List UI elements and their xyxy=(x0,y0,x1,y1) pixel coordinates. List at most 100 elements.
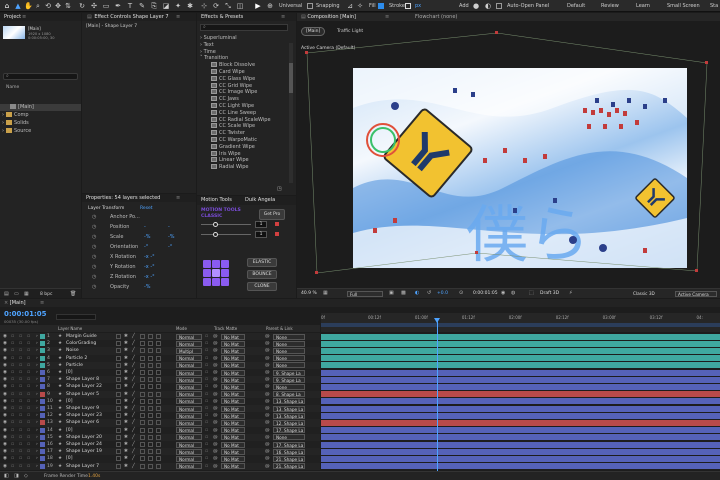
track-matte-pickwhip-icon[interactable]: @ xyxy=(213,455,218,462)
switch-collapse-icon[interactable]: ✱ xyxy=(124,427,128,434)
expand-icon[interactable]: › xyxy=(36,376,38,383)
property-value-2[interactable]: -% xyxy=(168,234,175,241)
mode-select[interactable]: Normal xyxy=(176,355,202,362)
interpret-footage-icon[interactable]: ▤ xyxy=(4,291,9,297)
work-area-bar[interactable] xyxy=(321,323,720,327)
stopwatch-icon[interactable]: ◷ xyxy=(92,234,96,241)
tab-duik-angela[interactable]: Duik Angela xyxy=(245,196,275,204)
parent-pickwhip-icon[interactable]: @ xyxy=(265,412,270,419)
table-row[interactable]: ◉ ▫ ▫ ▫ › 13 ★ Shape Layer 6 ✱ ╱ Normal ▫ @ No Mat @12… xyxy=(0,419,320,427)
track-matte-select[interactable]: No Mat xyxy=(221,434,245,441)
visibility-icon[interactable]: ◉ xyxy=(3,369,7,376)
layer-name[interactable]: [0] xyxy=(66,455,73,462)
parent-pickwhip-icon[interactable]: @ xyxy=(265,355,270,362)
universal-label[interactable]: Universal xyxy=(279,3,302,9)
parent-select[interactable]: None xyxy=(273,340,305,347)
audio-icon[interactable]: ▫ xyxy=(11,419,14,426)
mode-select[interactable]: Normal xyxy=(176,419,202,426)
solo-icon[interactable]: ▫ xyxy=(19,434,22,441)
track-matte-pickwhip-icon[interactable]: @ xyxy=(213,405,218,412)
property-value-1[interactable]: -x -° xyxy=(144,254,155,261)
preserve-transparency-icon[interactable]: ▫ xyxy=(205,333,208,340)
property-row[interactable]: ◷ X Rotation -x -° xyxy=(82,254,196,261)
switch-collapse-icon[interactable]: ✱ xyxy=(124,405,128,412)
switch-fx-icon[interactable] xyxy=(140,362,145,368)
preserve-transparency-icon[interactable]: ▫ xyxy=(205,434,208,441)
track-matte-select[interactable]: No Mat xyxy=(221,412,245,419)
audio-icon[interactable]: ▫ xyxy=(11,383,14,390)
stopwatch-icon[interactable]: ◷ xyxy=(92,264,96,271)
table-row[interactable]: ◉ ▫ ▫ ▫ › 1 ★ Margin Guide ✱ ╱ Normal ▫ @ No Mat @ None xyxy=(0,333,320,341)
workspace-default[interactable]: Default xyxy=(567,3,585,9)
parent-pickwhip-icon[interactable]: @ xyxy=(265,427,270,434)
mode-select[interactable]: Normal xyxy=(176,434,202,441)
track-matte-select[interactable]: No Mat xyxy=(221,376,245,383)
label-color[interactable] xyxy=(40,355,45,361)
switch-quality-icon[interactable]: ╱ xyxy=(132,405,135,412)
switch-3d-icon[interactable] xyxy=(156,362,161,368)
layer-name[interactable]: ColorGrading xyxy=(66,340,96,347)
parent-select[interactable]: None xyxy=(273,434,305,441)
expand-icon[interactable]: › xyxy=(36,347,38,354)
value-field-1[interactable]: 1 xyxy=(255,221,267,228)
list-item[interactable]: › Solids xyxy=(0,120,81,127)
expand-icon[interactable]: › xyxy=(36,405,38,412)
expand-icon[interactable]: › xyxy=(36,448,38,455)
layer-duration-bar[interactable] xyxy=(321,333,720,340)
switch-fx-icon[interactable] xyxy=(140,398,145,404)
switch-shy-icon[interactable] xyxy=(116,348,121,354)
property-value-1[interactable]: -° xyxy=(144,244,148,251)
project-tab[interactable]: Project ≡ xyxy=(0,13,81,21)
clone-button[interactable]: CLONE xyxy=(247,282,277,291)
track-matte-pickwhip-icon[interactable]: @ xyxy=(213,362,218,369)
parent-select[interactable]: None xyxy=(273,347,305,354)
layer-name[interactable]: Particle 2 xyxy=(66,355,87,362)
snapping-label[interactable]: Snapping xyxy=(316,3,340,9)
switch-shy-icon[interactable] xyxy=(116,355,121,361)
switch-collapse-icon[interactable]: ✱ xyxy=(124,391,128,398)
visibility-icon[interactable]: ◉ xyxy=(3,383,7,390)
audio-icon[interactable]: ▫ xyxy=(11,340,14,347)
track-matte-pickwhip-icon[interactable]: @ xyxy=(213,340,218,347)
lock-icon[interactable]: ▫ xyxy=(27,376,30,383)
visibility-icon[interactable]: ◉ xyxy=(3,448,7,455)
switch-3d-icon[interactable] xyxy=(156,341,161,347)
layer-duration-bar[interactable] xyxy=(321,355,720,362)
switch-shy-icon[interactable] xyxy=(116,442,121,447)
solo-icon[interactable]: ▫ xyxy=(19,383,22,390)
label-color[interactable] xyxy=(40,406,45,411)
layer-duration-bar[interactable] xyxy=(321,412,720,419)
track-matte-pickwhip-icon[interactable]: @ xyxy=(213,391,218,398)
label-color[interactable] xyxy=(40,384,45,390)
solo-icon[interactable]: ▫ xyxy=(19,405,22,412)
rotation-tool-icon[interactable]: ↻ xyxy=(78,2,86,10)
preserve-transparency-icon[interactable]: ▫ xyxy=(205,441,208,448)
switch-shy-icon[interactable] xyxy=(116,427,121,433)
switch-shy-icon[interactable] xyxy=(116,413,121,419)
parent-select[interactable]: None xyxy=(273,333,305,340)
switch-fx-icon[interactable] xyxy=(140,449,145,455)
expand-icon[interactable]: › xyxy=(36,427,38,434)
track-matte-select[interactable]: No Mat xyxy=(221,427,245,434)
solo-icon[interactable]: ▫ xyxy=(19,391,22,398)
expand-icon[interactable]: › xyxy=(36,355,38,362)
switch-quality-icon[interactable]: ╱ xyxy=(132,391,135,398)
table-row[interactable]: ◉ ▫ ▫ ▫ › 15 ★ Shape Layer 20 ✱ ╱ Normal ▫ @ No Mat @ N… xyxy=(0,433,320,441)
switch-motion-blur-icon[interactable] xyxy=(148,391,153,397)
switch-shy-icon[interactable] xyxy=(116,377,121,383)
table-row[interactable]: ◉ ▫ ▫ ▫ › 17 ★ Shape Layer 19 ✱ ╱ Normal ▫ @ No Mat @1… xyxy=(0,448,320,456)
effects-search-input[interactable]: ⌕ xyxy=(200,24,288,31)
switch-motion-blur-icon[interactable] xyxy=(148,370,153,375)
switch-fx-icon[interactable] xyxy=(140,442,145,447)
lock-icon[interactable]: ▫ xyxy=(27,391,30,398)
stopwatch-icon[interactable]: ◷ xyxy=(92,284,96,291)
lock-icon[interactable]: ▫ xyxy=(27,463,30,470)
playhead[interactable] xyxy=(437,319,438,471)
lock-icon[interactable]: ▫ xyxy=(27,448,30,455)
preserve-transparency-icon[interactable]: ▫ xyxy=(205,427,208,434)
solo-icon[interactable]: ▫ xyxy=(19,441,22,448)
rectangle-tool-icon[interactable]: ▭ xyxy=(102,2,110,10)
reset-link[interactable]: Reset xyxy=(140,206,153,211)
label-color[interactable] xyxy=(40,334,45,339)
mode-select[interactable]: Normal xyxy=(176,369,202,376)
